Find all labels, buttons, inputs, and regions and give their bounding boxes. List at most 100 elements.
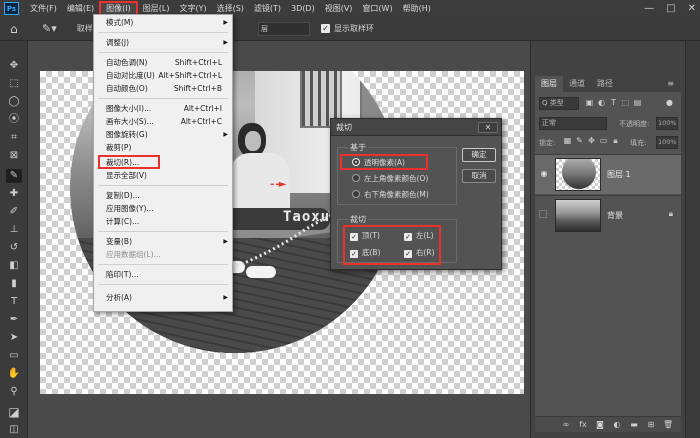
move-tool-icon[interactable]: ✥ [6, 59, 22, 73]
gradient-tool-icon[interactable]: ▮ [6, 277, 22, 291]
lock-icon[interactable]: 🔒︎ [669, 209, 673, 219]
menu-item-apply-image[interactable]: 应用图像(Y)... [94, 203, 232, 215]
layer-style-icon[interactable]: fx [578, 420, 588, 430]
eye-icon[interactable]: ◉ [539, 169, 549, 179]
lock-artboard-icon[interactable]: ▭ [599, 136, 608, 146]
menu-separator [98, 264, 228, 265]
fill-input[interactable]: 100% [656, 136, 678, 149]
lock-pixels-icon[interactable]: ✎ [575, 136, 584, 146]
add-mask-icon[interactable]: ◙ [595, 420, 605, 430]
filter-toggle-icon[interactable]: ● [665, 98, 674, 108]
lock-position-icon[interactable]: ✥ [587, 136, 596, 146]
healing-tool-icon[interactable]: ✚ [6, 187, 22, 201]
minimize-icon[interactable]: — [644, 3, 654, 14]
menu-filter[interactable]: 滤镜(T) [249, 1, 286, 16]
trim-checks-highlight-box [343, 225, 441, 265]
delete-layer-icon[interactable]: 🗑︎ [663, 420, 673, 430]
layer-row-background[interactable]: 背景 🔒︎ [535, 195, 681, 235]
lasso-tool-icon[interactable]: ◯ [6, 95, 22, 109]
tab-channels[interactable]: 通道 [563, 76, 591, 92]
eyedropper-tool-icon[interactable]: ✎ [6, 169, 22, 183]
sample-layers-field[interactable]: 层 [258, 22, 310, 36]
dialog-close-button[interactable]: ✕ [478, 122, 498, 133]
pen-tool-icon[interactable]: ✒ [6, 313, 22, 327]
thumbnail-circle [562, 159, 596, 189]
show-sampling-ring-checkbox[interactable]: ✓ [321, 24, 330, 33]
tab-paths[interactable]: 路径 [591, 76, 619, 92]
right-panel-dock: ◀◀ 图层 通道 路径 ≡ Q 类型 ▣ ◐ T ⬚ ▤ ● 正常 不透明度: … [530, 41, 700, 438]
crop-tool-icon[interactable]: ⌗ [6, 131, 22, 145]
fill-label: 填充: [630, 139, 647, 147]
color-swatches-icon[interactable]: ◪ [6, 405, 22, 419]
menu-help[interactable]: 帮助(H) [398, 1, 436, 16]
layer-kind-filter[interactable]: Q 类型 [539, 97, 579, 110]
ok-button[interactable]: 确定 [462, 148, 496, 162]
quick-mask-icon[interactable]: ◫ [6, 423, 22, 437]
radio-button[interactable] [352, 174, 360, 182]
new-layer-icon[interactable]: ⊞ [646, 420, 656, 430]
zoom-tool-icon[interactable]: ⚲ [6, 385, 22, 399]
history-brush-icon[interactable]: ↺ [6, 241, 22, 255]
maximize-icon[interactable]: □ [666, 3, 675, 14]
menu-item-auto-tone[interactable]: 自动色调(N) Shift+Ctrl+L [94, 57, 232, 69]
menu-item-auto-contrast[interactable]: 自动对比度(U) Alt+Shift+Ctrl+L [94, 70, 232, 82]
marquee-tool-icon[interactable]: ⬚ [6, 77, 22, 91]
menu-item-duplicate[interactable]: 复制(D)... [94, 190, 232, 202]
menu-window[interactable]: 窗口(W) [357, 1, 397, 16]
close-icon[interactable]: ✕ [688, 3, 696, 14]
eraser-tool-icon[interactable]: ◧ [6, 259, 22, 273]
layer-row-layer1[interactable]: ◉ 图层 1 [535, 154, 681, 194]
lock-transparent-icon[interactable]: ▦ [563, 136, 572, 146]
brush-tool-icon[interactable]: ✐ [6, 205, 22, 219]
layer-name[interactable]: 背景 [607, 210, 623, 221]
menu-item-variables[interactable]: 变量(B) ▶ [94, 236, 232, 248]
rectangle-tool-icon[interactable]: ▭ [6, 349, 22, 363]
quick-select-tool-icon[interactable]: ⦿ [6, 113, 22, 127]
menu-item-trap[interactable]: 陷印(T)... [94, 269, 232, 281]
stamp-tool-icon[interactable]: ⊥ [6, 223, 22, 237]
opacity-label: 不透明度: [619, 120, 650, 128]
menu-item-canvas-size[interactable]: 画布大小(S)... Alt+Ctrl+C [94, 116, 232, 128]
menu-item-mode[interactable]: 模式(M) ▶ [94, 17, 232, 29]
frame-tool-icon[interactable]: ⊠ [6, 149, 22, 163]
layer-name[interactable]: 图层 1 [607, 169, 631, 180]
tab-layers[interactable]: 图层 [535, 76, 563, 92]
menu-item-reveal-all[interactable]: 显示全部(V) [94, 170, 232, 182]
pixel-filter-icon[interactable]: ▣ [585, 98, 594, 108]
cancel-button[interactable]: 取消 [462, 169, 496, 183]
visibility-toggle[interactable] [539, 210, 547, 218]
trim-dialog: 裁切 ✕ 基于 透明像素(A) 左上角像素颜色(O) 右下角像素颜色(M) 裁切… [330, 118, 502, 270]
eyedropper-preset-icon[interactable]: ✎▾ [42, 22, 57, 35]
menu-item-image-size[interactable]: 图像大小(I)... Alt+Ctrl+I [94, 103, 232, 115]
type-tool-icon[interactable]: T [6, 295, 22, 309]
menu-item-analysis[interactable]: 分析(A) ▶ [94, 292, 232, 304]
path-select-icon[interactable]: ➤ [6, 331, 22, 345]
opacity-input[interactable]: 100% [656, 117, 678, 130]
menu-item-calculations[interactable]: 计算(C)... [94, 216, 232, 228]
home-icon[interactable]: ⌂ [10, 22, 24, 36]
menu-file[interactable]: 文件(F) [25, 1, 62, 16]
menu-item-image-rotation[interactable]: 图像旋转(G) ▶ [94, 129, 232, 141]
link-layers-icon[interactable]: ∞ [561, 420, 571, 430]
menu-3d[interactable]: 3D(D) [286, 1, 320, 16]
person-face [245, 131, 261, 151]
new-group-icon[interactable]: ▬ [629, 420, 639, 430]
menu-item-adjustments[interactable]: 调整(J) ▶ [94, 37, 232, 49]
adjustment-layer-icon[interactable]: ◐ [612, 420, 622, 430]
smart-object-filter-icon[interactable]: ▤ [633, 98, 642, 108]
hand-tool-icon[interactable]: ✋ [6, 367, 22, 381]
type-filter-icon[interactable]: T [609, 98, 618, 108]
blend-mode-select[interactable]: 正常 [539, 117, 607, 130]
menu-item-crop[interactable]: 裁剪(P) [94, 142, 232, 154]
menu-view[interactable]: 视图(V) [320, 1, 358, 16]
radio-bottom-right-color[interactable]: 右下角像素颜色(M) [352, 189, 429, 201]
shape-filter-icon[interactable]: ⬚ [621, 98, 630, 108]
lock-all-icon[interactable]: 🔒︎ [611, 136, 620, 146]
panel-menu-icon[interactable]: ≡ [667, 79, 674, 88]
adjustment-filter-icon[interactable]: ◐ [597, 98, 606, 108]
radio-button[interactable] [352, 190, 360, 198]
layer-thumbnail [555, 199, 601, 232]
menu-item-auto-color[interactable]: 自动颜色(O) Shift+Ctrl+B [94, 83, 232, 95]
tool-bar: ✥ ⬚ ◯ ⦿ ⌗ ⊠ ✎ ✚ ✐ ⊥ ↺ ◧ ▮ T ✒ ➤ ▭ ✋ ⚲ ◪ … [0, 41, 28, 438]
radio-top-left-color[interactable]: 左上角像素颜色(O) [352, 173, 428, 185]
